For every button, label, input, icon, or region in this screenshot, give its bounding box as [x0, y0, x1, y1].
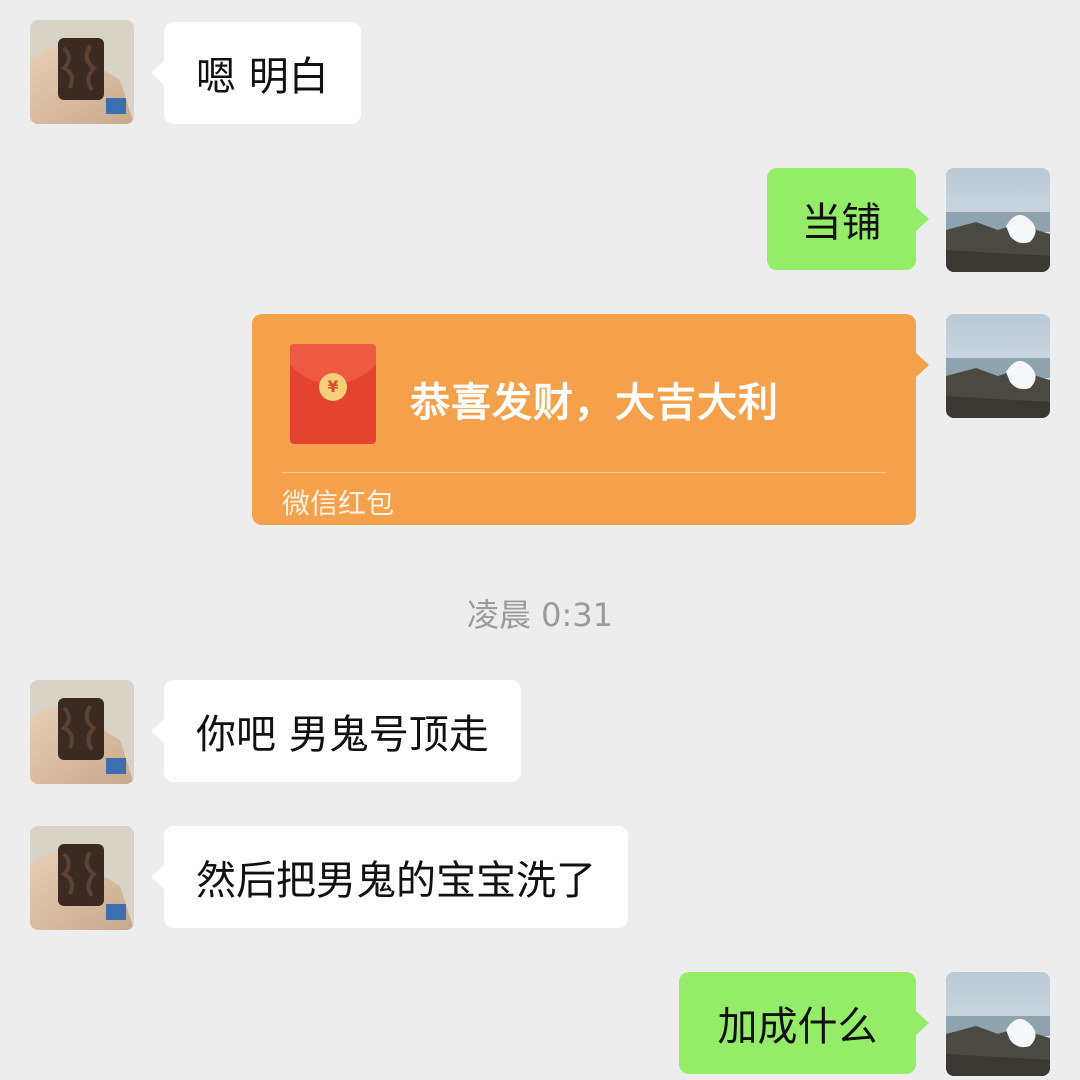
message-text: 加成什么: [717, 1004, 878, 1050]
bubble-tail: [151, 60, 165, 86]
divider: [282, 472, 886, 473]
contact-avatar[interactable]: [30, 20, 134, 124]
message-bubble-outgoing[interactable]: 加成什么: [679, 972, 929, 1074]
red-packet-title: 恭喜发财，大吉大利: [410, 380, 779, 426]
chat-timestamp: 凌晨 0:31: [466, 596, 614, 634]
message-bubble-incoming[interactable]: 嗯 明白: [151, 22, 361, 124]
bubble-tail: [915, 1010, 929, 1036]
message-text: 你吧 男鬼号顶走: [196, 712, 489, 758]
red-envelope-icon: ¥: [290, 344, 376, 444]
red-packet-label: 微信红包: [282, 487, 395, 520]
my-avatar[interactable]: [946, 168, 1050, 272]
message-text: 嗯 明白: [196, 54, 329, 100]
message-bubble-incoming[interactable]: 然后把男鬼的宝宝洗了: [151, 826, 628, 928]
coin-icon: ¥: [319, 373, 347, 401]
bubble-tail: [915, 206, 929, 232]
my-avatar[interactable]: [946, 314, 1050, 418]
bubble-tail: [151, 718, 165, 744]
message-bubble-incoming[interactable]: 你吧 男鬼号顶走: [151, 680, 521, 782]
message-text: 然后把男鬼的宝宝洗了: [196, 858, 596, 904]
my-avatar[interactable]: [946, 972, 1050, 1076]
message-text: 当铺: [801, 200, 882, 246]
bubble-tail: [915, 352, 929, 378]
contact-avatar[interactable]: [30, 826, 134, 930]
bubble-tail: [151, 864, 165, 890]
message-bubble-outgoing[interactable]: 当铺: [767, 168, 929, 270]
red-packet-card[interactable]: ¥ 恭喜发财，大吉大利 微信红包: [252, 314, 929, 525]
contact-avatar[interactable]: [30, 680, 134, 784]
